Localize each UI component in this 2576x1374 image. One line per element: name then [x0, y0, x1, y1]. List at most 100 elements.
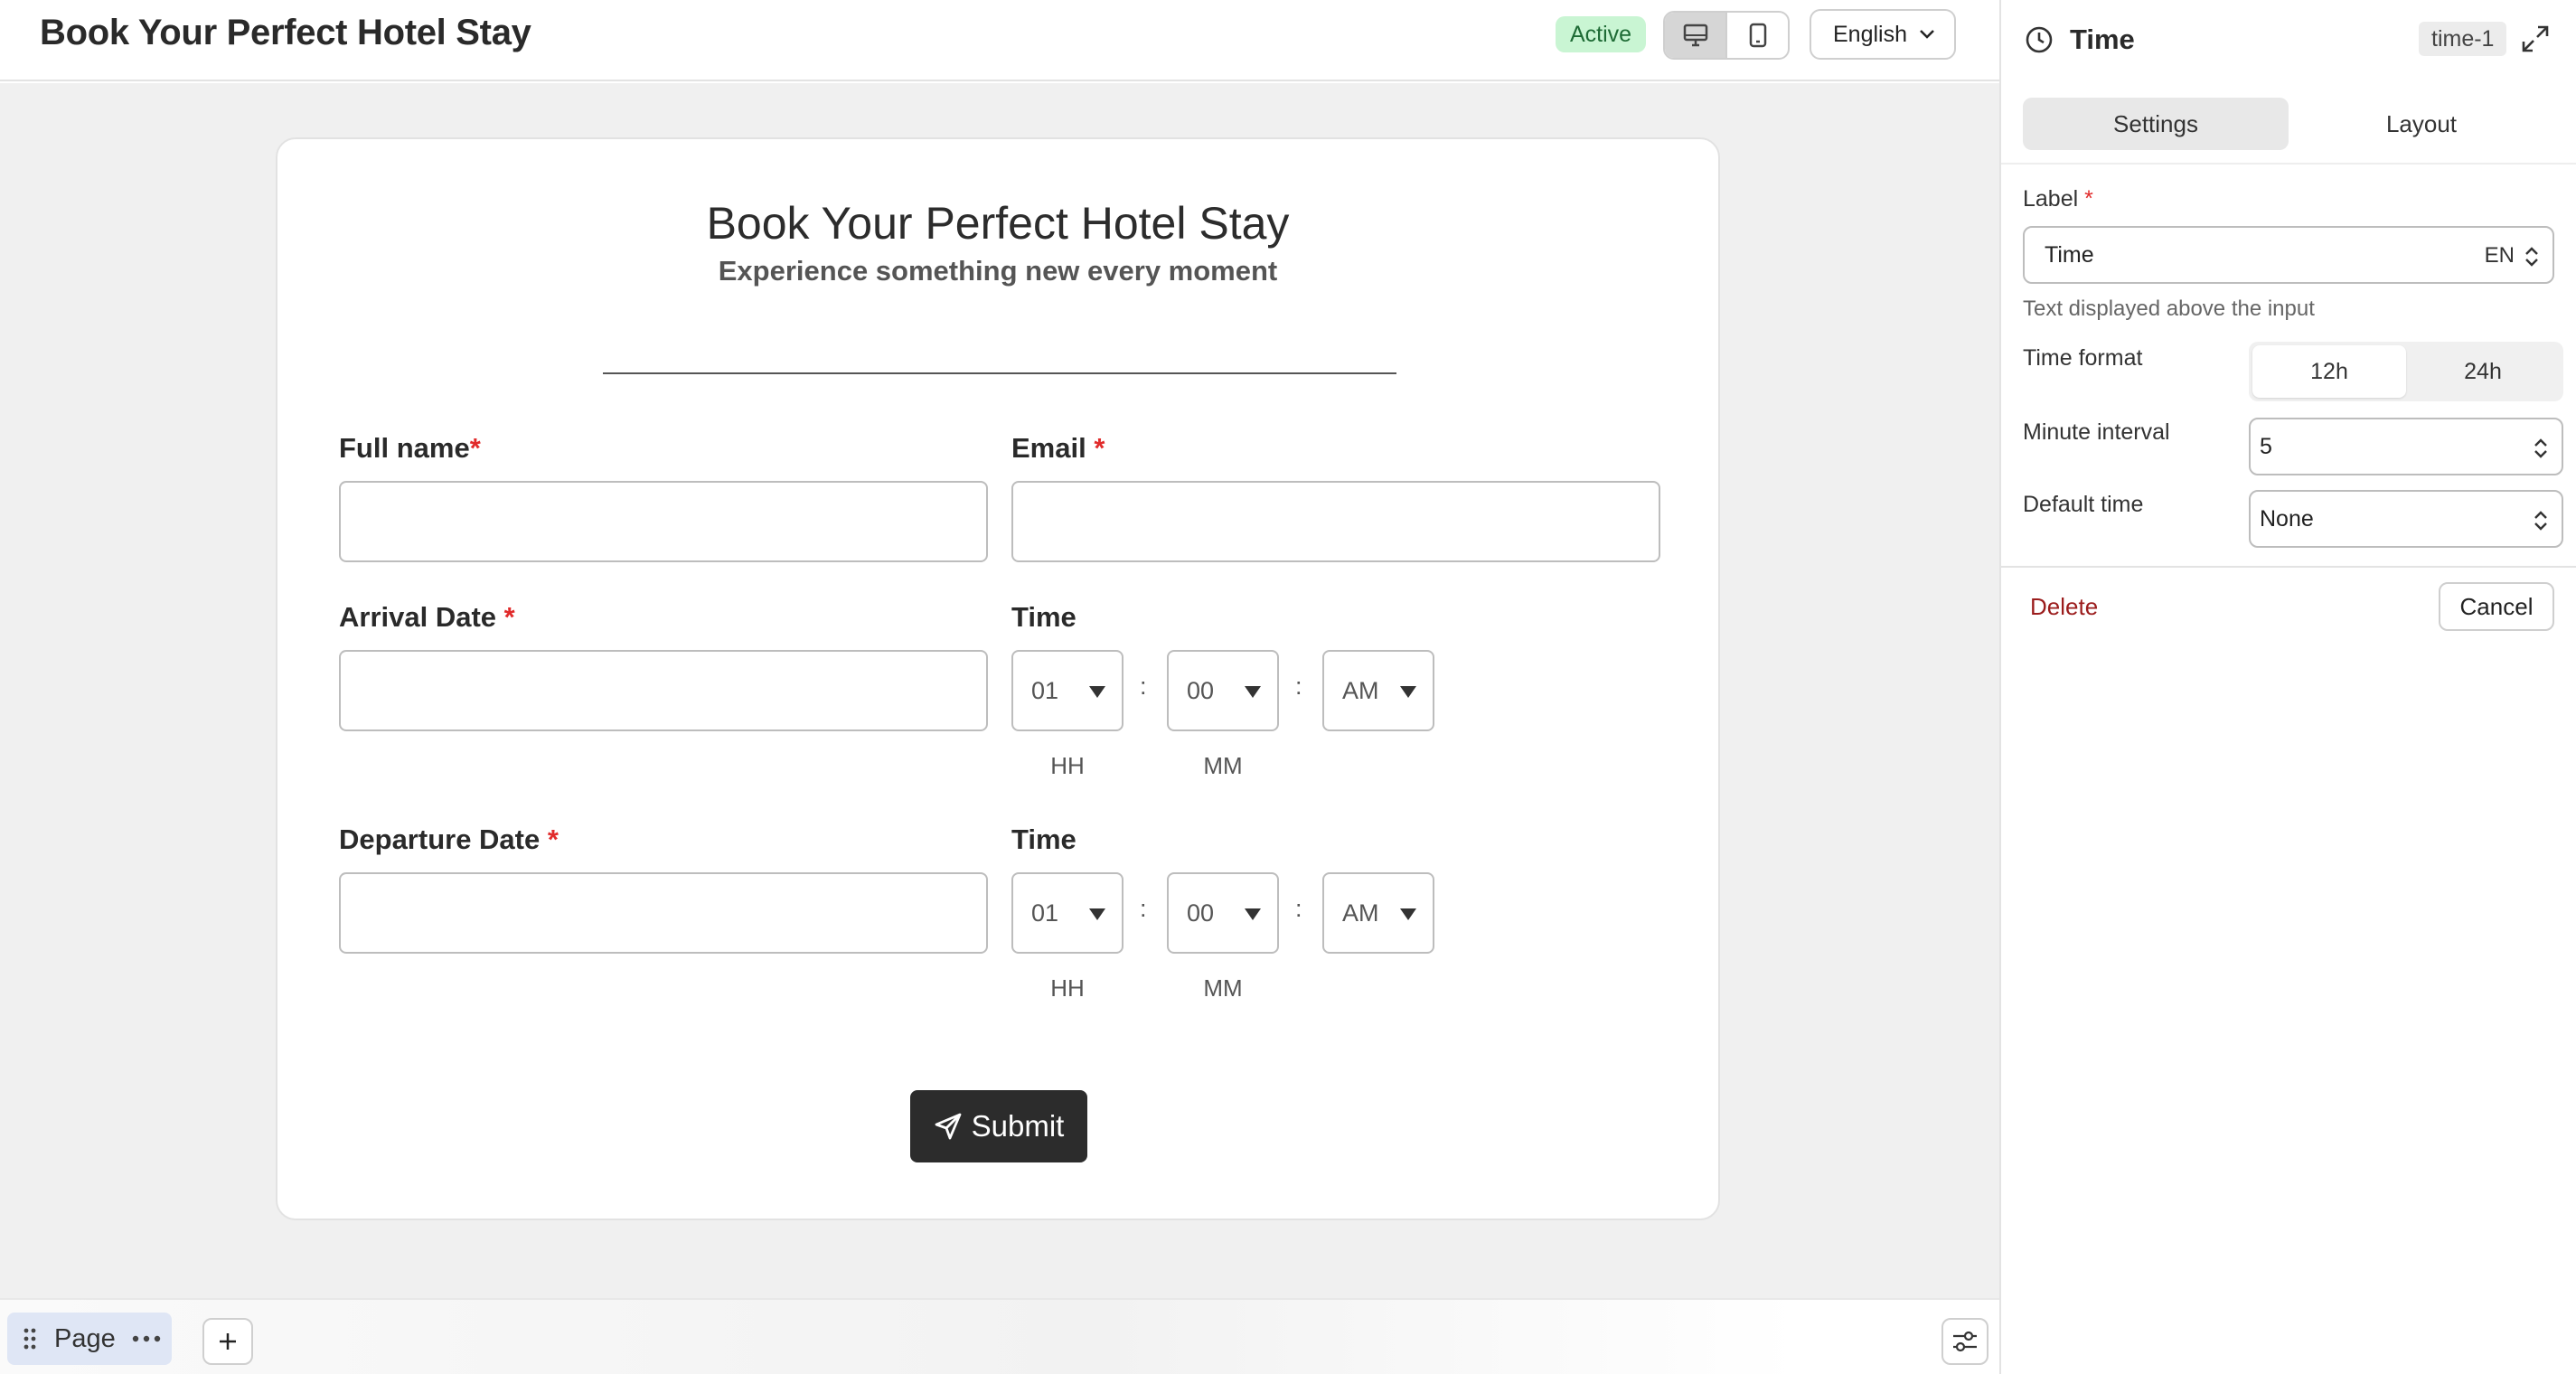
label-field-label: Label * [2023, 186, 2093, 212]
time-format-label: Time format [2023, 345, 2143, 371]
arrival-minute-value: 00 [1187, 676, 1215, 704]
dropdown-arrow-icon [1245, 686, 1261, 698]
sliders-icon [1953, 1331, 1977, 1352]
required-mark: * [503, 601, 515, 633]
email-label: Email * [1011, 432, 1105, 465]
hour-caption: HH [1050, 974, 1085, 1002]
cancel-button[interactable]: Cancel [2439, 582, 2554, 631]
submit-label: Submit [971, 1109, 1065, 1143]
required-mark: * [2084, 186, 2093, 212]
panel-tabs: Settings Layout [2023, 98, 2554, 150]
arrival-time-label: Time [1011, 601, 1076, 633]
dropdown-arrow-icon [1089, 686, 1105, 698]
language-value: English [1833, 21, 1907, 47]
full-name-input[interactable] [339, 481, 988, 562]
stepper-icon [2534, 511, 2547, 531]
label-language-select[interactable]: EN [2485, 243, 2515, 268]
email-input[interactable] [1011, 481, 1660, 562]
arrival-date-input[interactable] [339, 650, 988, 731]
departure-date-label-text: Departure Date [339, 823, 541, 855]
arrival-hour-value: 01 [1031, 676, 1059, 704]
minute-interval-select[interactable]: 5 [2249, 418, 2563, 475]
dropdown-arrow-icon [1400, 686, 1416, 698]
minute-caption: MM [1203, 752, 1243, 779]
email-label-text: Email [1011, 432, 1086, 464]
arrival-period-value: AM [1342, 676, 1379, 704]
label-input-value: Time [2045, 241, 2094, 268]
arrival-date-label: Arrival Date * [339, 601, 515, 634]
tabs-divider [2001, 163, 2576, 165]
form-title: Book Your Perfect Hotel Stay [706, 198, 1290, 249]
more-icon[interactable] [132, 1335, 161, 1342]
default-time-value: None [2260, 505, 2314, 532]
required-mark: * [547, 823, 559, 855]
required-mark: * [469, 432, 481, 464]
minute-interval-value: 5 [2260, 433, 2272, 459]
time-format-24h-option[interactable]: 24h [2406, 345, 2560, 398]
time-separator: : [1140, 895, 1147, 922]
departure-hour-value: 01 [1031, 899, 1059, 927]
arrival-period-select[interactable]: AM [1322, 650, 1434, 731]
drag-handle-icon[interactable] [24, 1328, 36, 1350]
form-card: Book Your Perfect Hotel Stay Experience … [276, 137, 1720, 1220]
form-settings-button[interactable] [1941, 1318, 1988, 1365]
mobile-icon [1749, 23, 1766, 48]
dropdown-arrow-icon [1089, 908, 1105, 920]
required-mark: * [1094, 432, 1105, 464]
departure-minute-value: 00 [1187, 899, 1215, 927]
form-subtitle: Experience something new every moment [718, 255, 1278, 287]
stepper-icon[interactable] [2524, 244, 2540, 269]
element-id-chip: time-1 [2419, 22, 2507, 56]
page-tab[interactable]: Page [7, 1313, 172, 1365]
delete-button[interactable]: Delete [2030, 593, 2098, 621]
form-canvas: Book Your Perfect Hotel Stay Experience … [0, 83, 1999, 1298]
mobile-view-button[interactable] [1725, 13, 1788, 58]
dropdown-arrow-icon [1400, 908, 1416, 920]
app-title: Book Your Perfect Hotel Stay [40, 13, 531, 52]
status-badge: Active [1556, 16, 1647, 52]
language-select[interactable]: English [1810, 9, 1956, 60]
clock-icon [2026, 26, 2053, 53]
top-bar: Book Your Perfect Hotel Stay Active Engl… [0, 0, 1999, 81]
minute-interval-label: Minute interval [2023, 419, 2170, 445]
dropdown-arrow-icon [1245, 908, 1261, 920]
chevron-down-icon [1920, 30, 1934, 39]
departure-period-select[interactable]: AM [1322, 872, 1434, 954]
time-separator: : [1295, 895, 1302, 922]
default-time-select[interactable]: None [2249, 490, 2563, 548]
time-format-toggle: 12h 24h [2249, 342, 2563, 401]
arrival-minute-select[interactable]: 00 [1167, 650, 1279, 731]
panel-header: Time time-1 [2001, 0, 2576, 81]
departure-time-label: Time [1011, 823, 1076, 855]
time-separator: : [1140, 673, 1147, 700]
page-bar: Page [0, 1298, 1999, 1374]
form-divider [603, 372, 1396, 374]
expand-icon[interactable] [2520, 24, 2551, 54]
departure-period-value: AM [1342, 899, 1379, 927]
label-help-text: Text displayed above the input [2023, 296, 2315, 321]
stepper-icon [2534, 438, 2547, 458]
hour-caption: HH [1050, 752, 1085, 779]
desktop-icon [1683, 24, 1707, 47]
arrival-hour-select[interactable]: 01 [1011, 650, 1123, 731]
time-format-12h-option[interactable]: 12h [2252, 345, 2406, 398]
label-input[interactable]: Time EN [2023, 226, 2554, 284]
full-name-label: Full name* [339, 432, 481, 465]
arrival-date-label-text: Arrival Date [339, 601, 497, 633]
tab-settings[interactable]: Settings [2023, 98, 2289, 150]
panel-title: Time [2070, 24, 2135, 55]
device-toggle [1663, 11, 1790, 60]
add-page-button[interactable] [202, 1318, 253, 1365]
label-field-label-text: Label [2023, 186, 2079, 212]
tab-layout[interactable]: Layout [2289, 98, 2554, 150]
desktop-view-button[interactable] [1665, 13, 1725, 58]
default-time-label: Default time [2023, 492, 2144, 517]
departure-hour-select[interactable]: 01 [1011, 872, 1123, 954]
send-icon [935, 1113, 962, 1140]
minute-caption: MM [1203, 974, 1243, 1002]
properties-panel: Time time-1 Settings Layout Label * Time… [1999, 0, 2576, 1374]
plus-icon [220, 1333, 236, 1350]
departure-date-input[interactable] [339, 872, 988, 954]
submit-button[interactable]: Submit [910, 1090, 1087, 1162]
departure-minute-select[interactable]: 00 [1167, 872, 1279, 954]
